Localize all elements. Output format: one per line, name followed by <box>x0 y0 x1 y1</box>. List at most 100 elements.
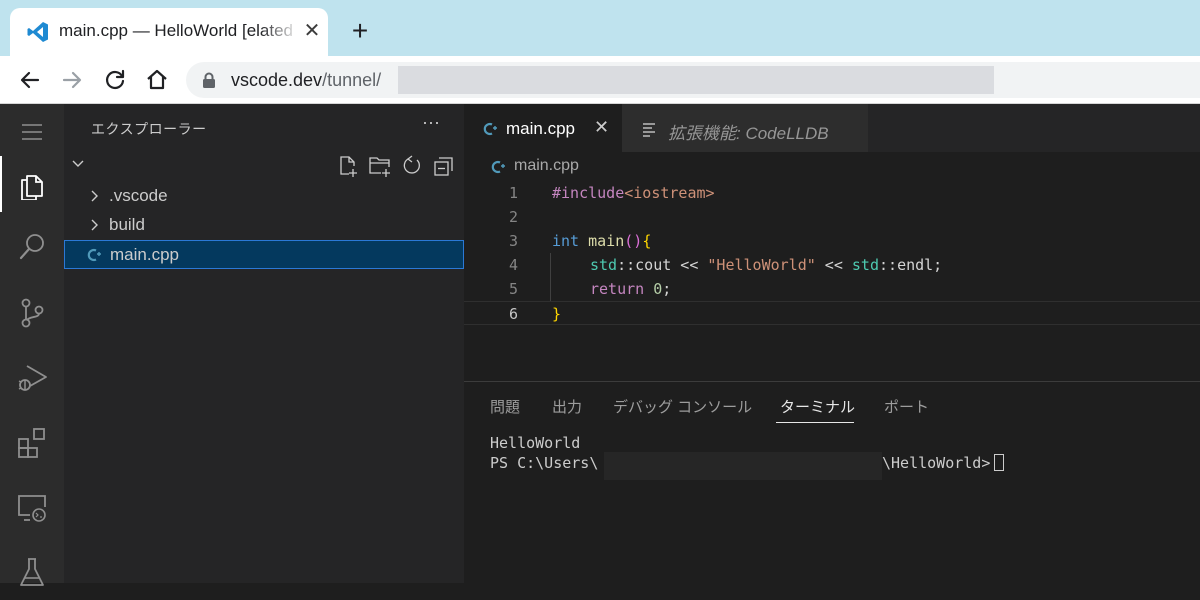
operator-token: << <box>815 256 852 274</box>
line-number: 5 <box>508 280 518 298</box>
tab-ports[interactable]: ポート <box>884 396 929 417</box>
activity-bar <box>0 104 64 586</box>
url-host: vscode.dev <box>231 70 323 90</box>
terminal-cursor <box>994 454 1005 471</box>
reload-icon[interactable] <box>101 66 129 94</box>
code-line: 2 <box>464 205 1200 229</box>
browser-tab[interactable]: main.cpp — HelloWorld [elated ✕ <box>10 8 328 56</box>
tab-label: main.cpp <box>506 119 575 138</box>
tab-label: 拡張機能: CodeLLDB <box>668 124 829 143</box>
terminal-prompt-line[interactable]: \HelloWorld> <box>882 454 1005 472</box>
tree-item-vscode-folder[interactable]: .vscode <box>64 182 464 211</box>
tree-item-label: main.cpp <box>110 245 179 264</box>
explorer-title: エクスプローラー <box>91 121 207 137</box>
namespace-token: std <box>851 256 879 274</box>
terminal-output-line: HelloWorld <box>490 434 581 452</box>
run-debug-icon <box>18 365 47 391</box>
address-bar[interactable]: vscode.dev/tunnel/ <box>186 62 1200 98</box>
new-file-icon[interactable] <box>336 154 360 178</box>
indent-guide <box>550 253 551 301</box>
menu-button[interactable] <box>0 104 64 160</box>
testing-activity-button[interactable] <box>0 544 64 600</box>
url-text: vscode.dev/tunnel/ <box>231 70 381 91</box>
string-token: "HelloWorld" <box>707 256 816 274</box>
browser-toolbar: vscode.dev/tunnel/ <box>0 56 1200 104</box>
collapse-all-icon[interactable] <box>432 154 456 178</box>
operator-token: :: <box>879 256 898 274</box>
preview-icon <box>640 120 658 138</box>
refresh-icon[interactable] <box>400 154 424 178</box>
keyword-token: int <box>552 232 580 250</box>
back-arrow-icon[interactable] <box>16 66 44 94</box>
new-folder-icon[interactable] <box>368 154 392 178</box>
line-number: 4 <box>508 256 518 274</box>
lock-icon[interactable] <box>202 72 216 88</box>
keyword-token: return <box>590 280 645 298</box>
code-line: 4 std::cout << "HelloWorld" << std::endl… <box>464 253 1200 277</box>
identifier-token: endl; <box>897 256 943 274</box>
close-icon[interactable]: ✕ <box>594 117 609 138</box>
source-control-icon <box>21 298 44 328</box>
tree-item-main-cpp[interactable]: main.cpp <box>64 240 464 269</box>
tab-terminal[interactable]: ターミナル <box>780 396 855 417</box>
active-tab-indicator <box>776 422 854 423</box>
chevron-down-icon[interactable] <box>70 156 86 172</box>
operator-token: :: <box>617 256 636 274</box>
tree-item-build-folder[interactable]: build <box>64 211 464 240</box>
breadcrumb-label: main.cpp <box>514 157 579 174</box>
paren-token: () <box>624 232 643 250</box>
cpp-file-icon <box>86 246 104 264</box>
header-token: <iostream> <box>624 184 715 202</box>
remote-explorer-activity-button[interactable] <box>0 479 64 535</box>
code-text: int main(){ <box>552 229 651 253</box>
extensions-activity-button[interactable] <box>0 414 64 470</box>
bottom-panel: 問題 出力 デバッグ コンソール ターミナル ポート HelloWorld PS… <box>464 381 1200 583</box>
tab-problems[interactable]: 問題 <box>490 396 520 417</box>
explorer-activity-button[interactable] <box>0 156 64 212</box>
terminal-prompt-start: PS C:\Users\ <box>490 454 599 472</box>
line-number: 6 <box>508 305 518 323</box>
namespace-token: std <box>590 256 618 274</box>
brace-token: { <box>642 232 652 250</box>
cpp-file-icon <box>482 120 500 138</box>
tree-item-label: build <box>109 215 145 234</box>
forward-arrow-icon[interactable] <box>58 66 86 94</box>
source-control-activity-button[interactable] <box>0 284 64 340</box>
editor-area: main.cpp ✕ 拡張機能: CodeLLDB main.cpp 1 #in… <box>464 104 1200 381</box>
redacted-area <box>398 66 994 94</box>
browser-tabstrip: main.cpp — HelloWorld [elated ✕ + <box>0 0 1200 56</box>
home-icon[interactable] <box>143 66 171 94</box>
operator-token: << <box>671 256 708 274</box>
url-path: /tunnel/ <box>322 70 382 90</box>
line-number: 3 <box>508 232 518 250</box>
search-activity-button[interactable] <box>0 219 64 275</box>
files-icon <box>21 175 43 200</box>
tab-extension-codelldb[interactable]: 拡張機能: CodeLLDB <box>622 104 868 152</box>
tab-title-fade <box>260 16 300 46</box>
number-token: 0 <box>653 280 663 298</box>
chevron-right-icon <box>86 217 102 233</box>
hamburger-menu-icon <box>22 124 42 140</box>
tree-item-label: .vscode <box>109 186 168 205</box>
code-text: #include<iostream> <box>552 181 715 205</box>
new-tab-button[interactable]: + <box>346 17 374 46</box>
tab-debug-console[interactable]: デバッグ コンソール <box>613 396 752 417</box>
tab-main-cpp[interactable]: main.cpp ✕ <box>464 104 622 152</box>
explorer-actions <box>336 154 460 178</box>
line-number: 2 <box>508 208 518 226</box>
preprocessor-token: #include <box>552 184 625 202</box>
close-tab-icon[interactable]: ✕ <box>302 20 322 42</box>
code-text: } <box>552 302 561 326</box>
operator-token: ; <box>662 280 672 298</box>
redacted-area <box>604 452 882 480</box>
terminal-prompt-end: \HelloWorld> <box>882 454 991 472</box>
line-number: 1 <box>508 184 518 202</box>
tab-output[interactable]: 出力 <box>552 396 582 417</box>
code-line: 3 int main(){ <box>464 229 1200 253</box>
more-actions-icon[interactable]: ··· <box>422 112 446 133</box>
code-text: return 0; <box>590 277 671 301</box>
run-debug-activity-button[interactable] <box>0 349 64 405</box>
editor-tabs: main.cpp ✕ 拡張機能: CodeLLDB <box>464 104 1200 152</box>
cpp-file-icon <box>490 158 508 176</box>
vscode-logo-icon <box>26 20 50 44</box>
